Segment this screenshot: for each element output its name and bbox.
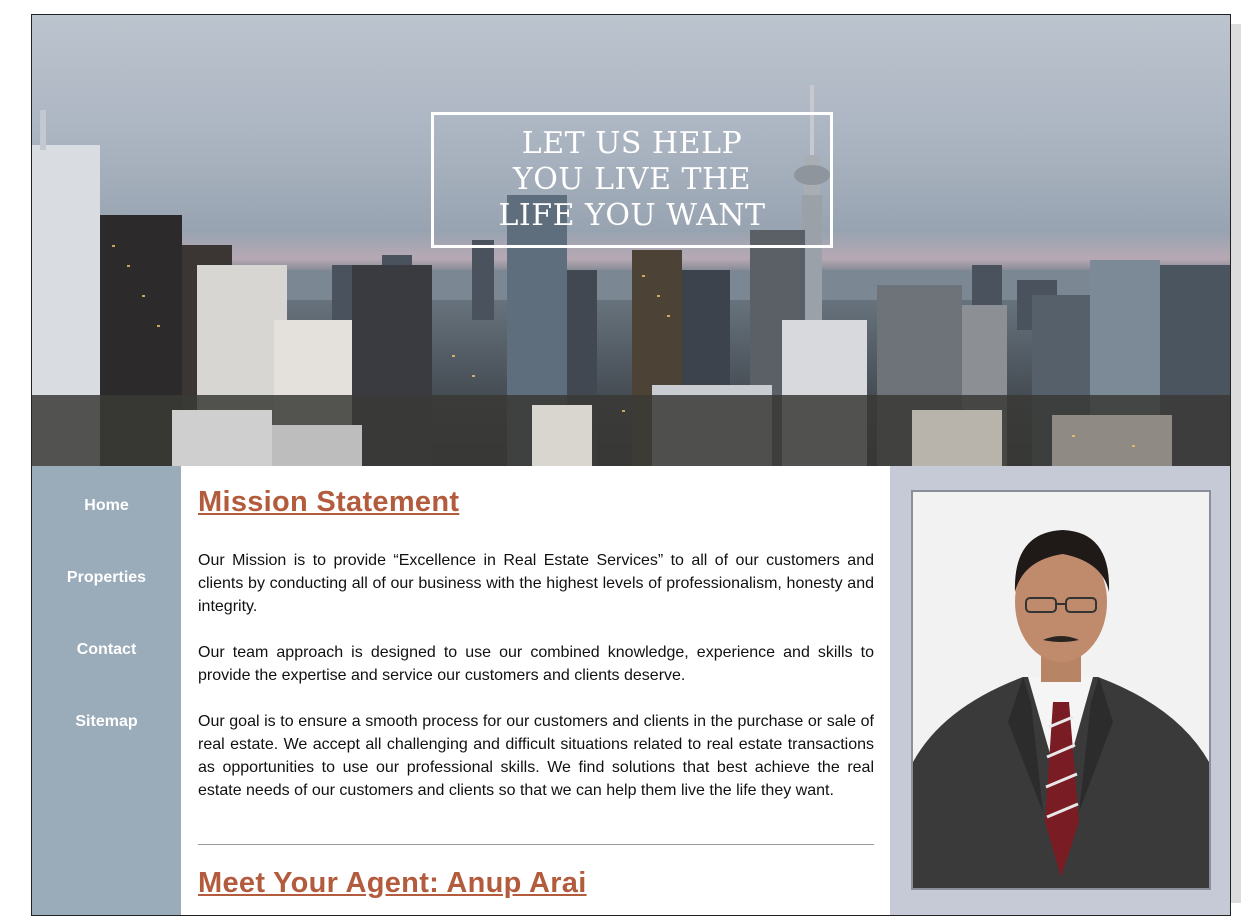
agent-photo	[911, 490, 1211, 890]
main-content: Mission Statement Our Mission is to prov…	[181, 466, 890, 915]
right-panel	[890, 466, 1230, 915]
mission-paragraph-3: Our goal is to ensure a smooth process f…	[198, 713, 874, 799]
hero-banner: LET US HELP YOU LIVE THE LIFE YOU WANT	[32, 15, 1230, 466]
nav-contact-link[interactable]: Contact	[32, 641, 181, 659]
page-shadow	[1231, 24, 1241, 903]
page-frame: LET US HELP YOU LIVE THE LIFE YOU WANT H…	[31, 14, 1231, 916]
section-divider	[198, 844, 874, 845]
sidebar-nav: Home Properties Contact Sitemap	[32, 466, 181, 915]
nav-sitemap-link[interactable]: Sitemap	[32, 713, 181, 731]
mission-heading: Mission Statement	[198, 486, 460, 518]
nav-home-link[interactable]: Home	[32, 497, 181, 515]
agent-portrait-image	[913, 492, 1209, 888]
mission-paragraph-1: Our Mission is to provide “Excellence in…	[198, 552, 874, 615]
mission-paragraph-2: Our team approach is designed to use our…	[198, 644, 874, 684]
hero-title: LET US HELP YOU LIVE THE LIFE YOU WANT	[498, 126, 766, 233]
hero-title-box: LET US HELP YOU LIVE THE LIFE YOU WANT	[431, 112, 833, 248]
nav-properties-link[interactable]: Properties	[32, 569, 181, 587]
agent-heading: Meet Your Agent: Anup Arai	[198, 867, 587, 899]
